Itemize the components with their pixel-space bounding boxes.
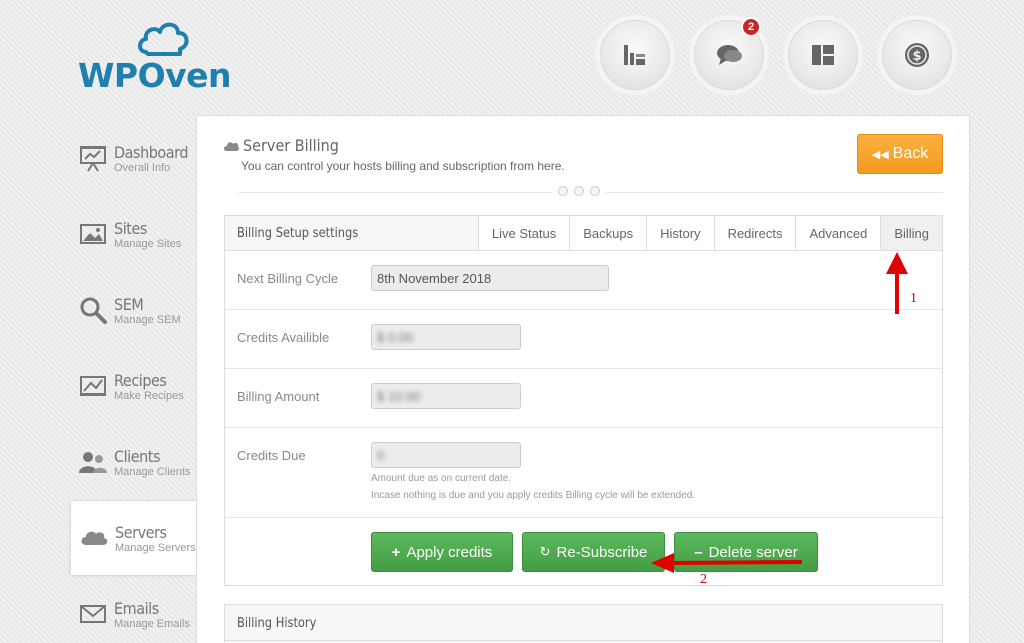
chef-hat-icon <box>138 22 189 56</box>
dot[interactable] <box>558 186 568 196</box>
page-subtitle: You can control your hosts billing and s… <box>241 159 565 173</box>
tab-history[interactable]: History <box>646 216 714 250</box>
credits-label: Credits Availible <box>237 330 330 345</box>
credits-row: Credits Availible $ 0.00 <box>225 310 942 369</box>
amount-label: Billing Amount <box>237 389 320 404</box>
apply-credits-button[interactable]: + Apply credits <box>371 532 513 572</box>
tab-backups[interactable]: Backups <box>569 216 647 250</box>
layout-icon <box>812 45 834 65</box>
delete-server-label: Delete server <box>708 543 798 561</box>
logo-text: WPOven <box>78 56 232 95</box>
billing-history-box: Billing History <box>224 604 943 643</box>
stats-button[interactable] <box>600 20 670 90</box>
sidebar-item-recipes[interactable]: Recipes Make Recipes <box>70 348 196 424</box>
sidebar-item-subtitle: Overall Info <box>114 161 171 174</box>
wpoven-logo[interactable]: WPOven <box>78 18 232 95</box>
sidebar-item-sem[interactable]: SEM Manage SEM <box>70 272 196 348</box>
due-field[interactable]: 0 <box>371 442 521 468</box>
due-row: Credits Due 0 Amount due as on current d… <box>225 428 942 518</box>
notification-badge: 2 <box>741 17 761 37</box>
amount-field[interactable]: $ 10.00 <box>371 383 521 409</box>
sidebar-item-title: Sites <box>114 218 147 238</box>
recipe-icon <box>80 376 106 396</box>
users-icon <box>79 452 107 473</box>
presentation-icon <box>80 146 106 172</box>
sidebar-item-subtitle: Manage Emails <box>114 617 190 630</box>
envelope-icon <box>80 605 106 623</box>
billing-actions: + Apply credits ↻ Re-Subscribe – Delete … <box>371 532 818 572</box>
dot[interactable] <box>574 186 584 196</box>
tab-advanced[interactable]: Advanced <box>795 216 881 250</box>
sidebar-item-dashboard[interactable]: Dashboard Overall Info <box>70 120 196 196</box>
delete-server-button[interactable]: – Delete server <box>674 532 818 572</box>
panel-header: Server Billing <box>223 136 350 155</box>
due-hint-1: Amount due as on current date. <box>371 473 512 484</box>
resubscribe-button[interactable]: ↻ Re-Subscribe <box>522 532 665 572</box>
due-hint-2: Incase nothing is due and you apply cred… <box>371 490 696 501</box>
amount-row: Billing Amount $ 10.00 <box>225 369 942 428</box>
billing-setup-header: Billing Setup settings Live Status Backu… <box>225 216 942 251</box>
next-billing-value: 8th November 2018 <box>377 271 492 286</box>
credits-field[interactable]: $ 0.00 <box>371 324 521 350</box>
cloud-icon <box>81 531 108 545</box>
sidebar-item-subtitle: Manage Sites <box>114 237 182 250</box>
next-billing-field[interactable]: 8th November 2018 <box>371 265 609 291</box>
sidebar-nav: Dashboard Overall Info Sites Manage Site… <box>70 120 197 643</box>
sidebar-item-clients[interactable]: Clients Manage Clients <box>70 424 196 500</box>
tab-live-status[interactable]: Live Status <box>477 216 570 250</box>
plus-icon: + <box>391 543 401 561</box>
sidebar-item-servers[interactable]: Servers Manage Servers <box>70 500 197 576</box>
sidebar-item-sites[interactable]: Sites Manage Sites <box>70 196 196 272</box>
sidebar-item-title: Emails <box>114 598 159 618</box>
tab-bar: Live Status Backups History Redirects Ad… <box>477 216 942 250</box>
top-icon-bar: 2 $ <box>600 17 952 90</box>
annotation-label-1: 1 <box>910 291 917 306</box>
magnifier-icon <box>80 297 107 324</box>
dot[interactable] <box>590 186 600 196</box>
credits-value: $ 0.00 <box>377 330 414 345</box>
back-arrow-icon: ◀◀ <box>871 148 889 161</box>
sidebar-item-subtitle: Manage Servers <box>115 541 196 554</box>
cloud-icon <box>224 141 239 151</box>
image-icon <box>80 224 106 244</box>
layout-button[interactable] <box>788 20 858 90</box>
server-billing-panel: Server Billing You can control your host… <box>196 115 970 643</box>
billing-setup-box: Billing Setup settings Live Status Backu… <box>224 215 943 586</box>
sidebar-item-title: Recipes <box>114 370 167 390</box>
due-value: 0 <box>377 448 385 463</box>
next-billing-label: Next Billing Cycle <box>237 271 339 286</box>
tab-redirects[interactable]: Redirects <box>713 216 796 250</box>
stats-icon <box>624 45 645 65</box>
sidebar-item-subtitle: Manage Clients <box>114 465 191 478</box>
dollar-icon: $ <box>905 43 929 67</box>
sidebar-item-title: Servers <box>115 522 167 542</box>
back-button[interactable]: ◀◀ Back <box>857 134 943 174</box>
chat-icon <box>717 45 742 65</box>
sidebar-item-subtitle: Manage SEM <box>114 313 181 326</box>
billing-setup-title: Billing Setup settings <box>237 226 359 241</box>
messages-button[interactable]: 2 <box>694 17 764 90</box>
next-billing-row: Next Billing Cycle 8th November 2018 <box>225 251 942 310</box>
svg-text:$: $ <box>912 49 921 64</box>
sidebar-item-subtitle: Make Recipes <box>114 389 184 402</box>
sidebar-item-title: SEM <box>114 294 144 314</box>
pagination-dots <box>552 186 606 196</box>
amount-value: $ 10.00 <box>377 389 421 404</box>
tab-billing[interactable]: Billing <box>880 216 942 250</box>
page-title: Server Billing <box>243 136 339 155</box>
minus-icon: – <box>694 543 703 561</box>
billing-button[interactable]: $ <box>882 20 952 90</box>
billing-history-title: Billing History <box>237 616 317 631</box>
history-divider <box>225 640 942 641</box>
back-label: Back <box>892 145 929 162</box>
sidebar-item-title: Clients <box>114 446 161 466</box>
due-label: Credits Due <box>237 448 306 463</box>
annotation-label-2: 2 <box>700 572 707 587</box>
apply-credits-label: Apply credits <box>406 543 493 561</box>
sidebar-item-emails[interactable]: Emails Manage Emails <box>70 576 196 643</box>
sidebar-item-title: Dashboard <box>114 142 189 162</box>
resubscribe-label: Re-Subscribe <box>556 543 648 561</box>
refresh-icon: ↻ <box>539 544 551 559</box>
